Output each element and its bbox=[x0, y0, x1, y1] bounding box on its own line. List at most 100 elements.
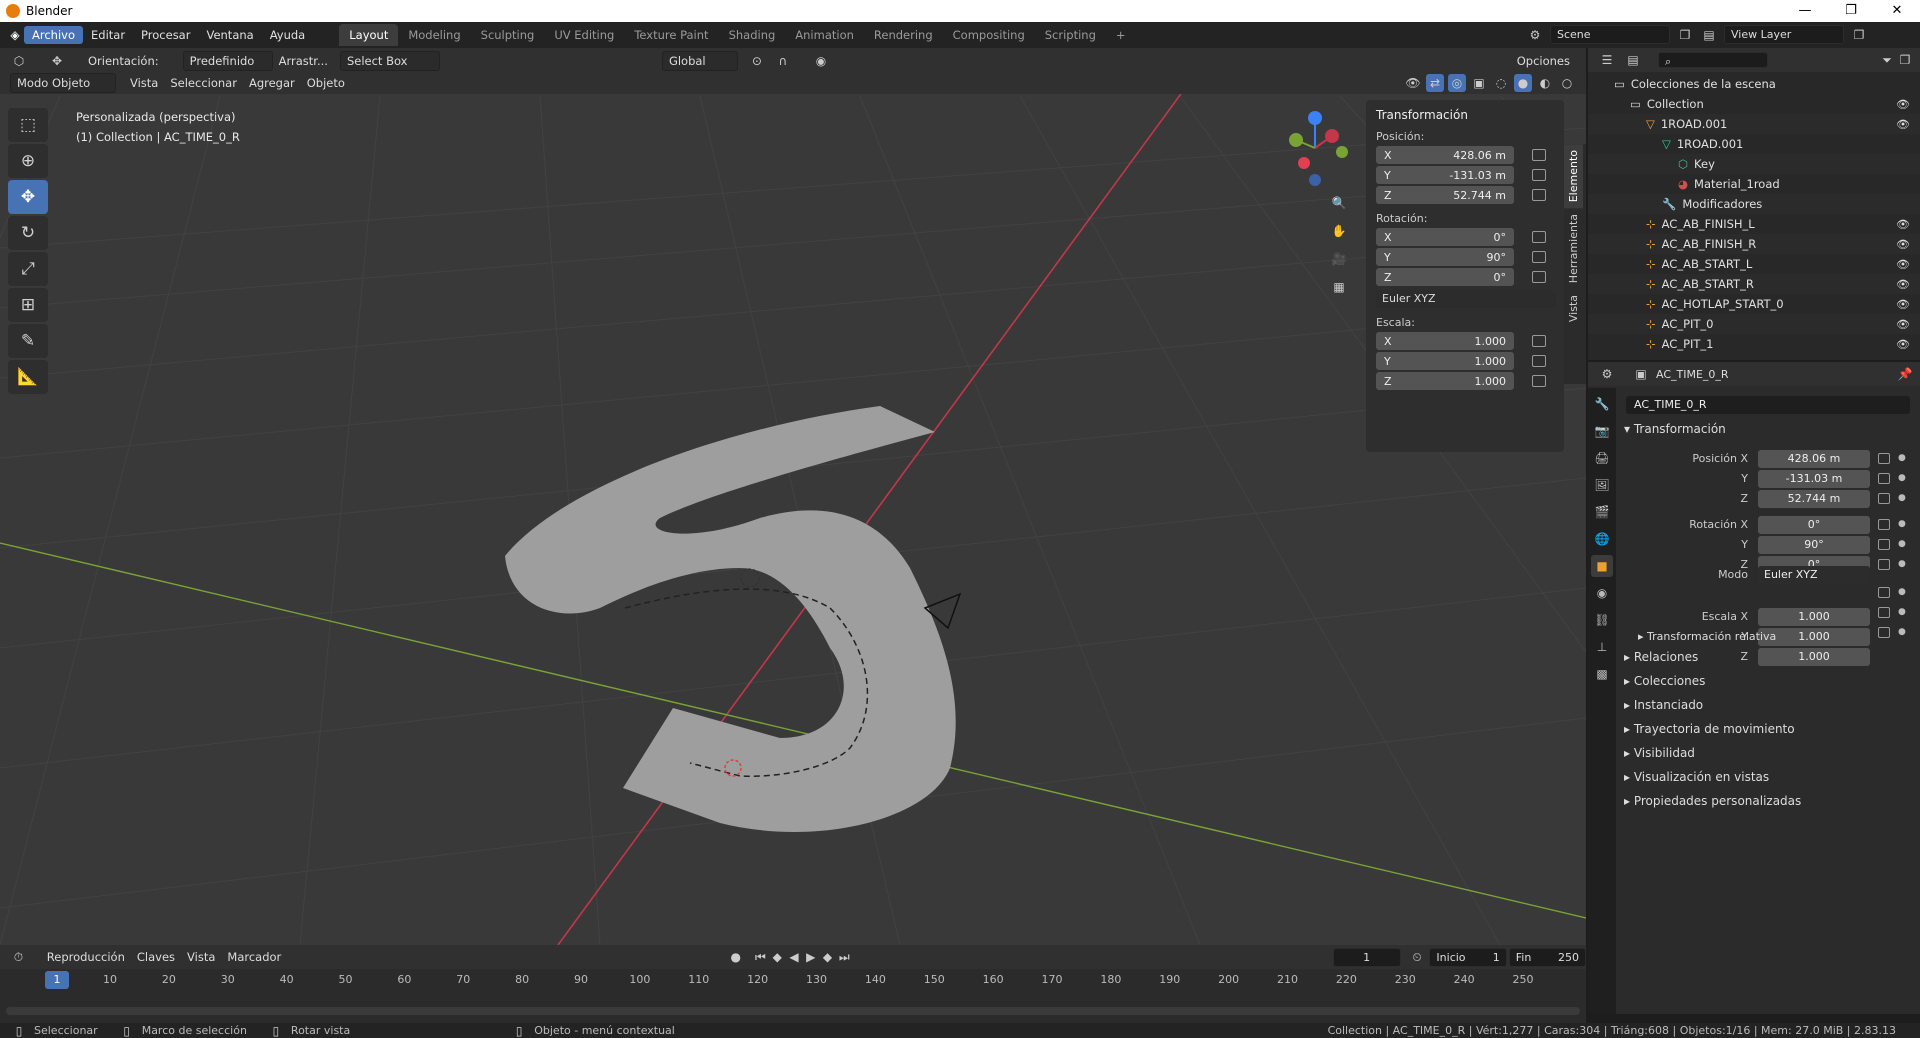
lock-icon[interactable] bbox=[1532, 335, 1546, 347]
properties-panel-header[interactable]: ▸ Visualización en vistas bbox=[1624, 770, 1769, 784]
close-button[interactable]: ✕ bbox=[1874, 0, 1920, 22]
select-box-tool-icon[interactable]: ⬚ bbox=[8, 108, 48, 142]
lock-icon[interactable] bbox=[1878, 559, 1890, 570]
properties-panel-header[interactable]: ▸ Propiedades personalizadas bbox=[1624, 794, 1801, 808]
3d-viewport[interactable]: ⬡ ✥ Orientación: Predefinido Arrastr... … bbox=[0, 48, 1586, 945]
eye-icon[interactable]: 👁 bbox=[1896, 278, 1910, 291]
outliner-editor-icon[interactable]: ☰ bbox=[1598, 51, 1616, 69]
timeline-editor-icon[interactable]: ⏱ bbox=[10, 948, 27, 966]
tab-uv-editing[interactable]: UV Editing bbox=[544, 24, 624, 46]
eye-icon[interactable]: 👁 bbox=[1896, 318, 1910, 331]
menu-claves[interactable]: Claves bbox=[131, 948, 181, 966]
tab-sculpting[interactable]: Sculpting bbox=[471, 24, 545, 46]
eye-icon[interactable]: 👁 bbox=[1896, 98, 1910, 111]
filter-icon[interactable]: ⏷ bbox=[1878, 51, 1896, 69]
tab-herramienta[interactable]: Herramienta bbox=[1564, 208, 1583, 289]
outliner-item[interactable]: ◕ Material_1road bbox=[1588, 174, 1920, 194]
prev-keyframe-icon[interactable]: ◆ bbox=[769, 948, 786, 966]
cursor-tool-icon[interactable]: ⊕ bbox=[8, 144, 48, 178]
texture-tab-icon[interactable]: ▩ bbox=[1591, 663, 1613, 685]
rotate-tool-icon[interactable]: ↻ bbox=[8, 216, 48, 250]
eye-icon[interactable]: 👁 bbox=[1896, 118, 1910, 131]
timeline-ruler[interactable]: 1102030405060708090100110120130140150160… bbox=[0, 971, 1586, 991]
outliner-item[interactable]: ⊹ AC_AB_START_L 👁 bbox=[1588, 254, 1920, 274]
rotation-z-field[interactable]: Z 0° bbox=[1376, 268, 1514, 286]
minimize-button[interactable]: — bbox=[1782, 0, 1828, 22]
outliner-search-input[interactable]: ⌕ bbox=[1658, 52, 1768, 68]
keyframe-dot-icon[interactable]: ● bbox=[1898, 519, 1906, 529]
lock-icon[interactable] bbox=[1532, 271, 1546, 283]
menu-ayuda[interactable]: Ayuda bbox=[262, 26, 314, 44]
lock-icon[interactable] bbox=[1878, 493, 1890, 504]
jump-end-icon[interactable]: ⏭ bbox=[836, 948, 853, 966]
keyframe-dot-icon[interactable]: ● bbox=[1898, 539, 1906, 549]
lock-icon[interactable] bbox=[1532, 355, 1546, 367]
position-x-field[interactable]: X 428.06 m bbox=[1376, 146, 1514, 164]
tab-animation[interactable]: Animation bbox=[785, 24, 864, 46]
lock-icon[interactable] bbox=[1878, 453, 1890, 464]
menu-objeto[interactable]: Objeto bbox=[301, 74, 351, 92]
wireframe-shading-icon[interactable]: ◌ bbox=[1492, 74, 1510, 92]
tab-shading[interactable]: Shading bbox=[719, 24, 786, 46]
ortho-toggle-icon[interactable]: ▦ bbox=[1330, 278, 1348, 296]
outliner-item[interactable]: ▽ 1ROAD.001 👁 bbox=[1588, 114, 1920, 134]
eye-icon[interactable]: 👁 bbox=[1896, 238, 1910, 251]
keyframe-dot-icon[interactable]: ● bbox=[1898, 559, 1906, 569]
move-tool-icon[interactable]: ✥ bbox=[8, 180, 48, 214]
keyframe-dot-icon[interactable]: ● bbox=[1898, 607, 1906, 617]
rotation-x-field[interactable]: 0° bbox=[1758, 516, 1870, 534]
rotation-y-field[interactable]: 90° bbox=[1758, 536, 1870, 554]
material-shading-icon[interactable]: ◐ bbox=[1536, 74, 1554, 92]
menu-marcador[interactable]: Marcador bbox=[221, 948, 287, 966]
outliner-item[interactable]: ⊹ AC_PIT_1 👁 bbox=[1588, 334, 1920, 354]
scale-y-field[interactable]: Y 1.000 bbox=[1376, 352, 1514, 370]
preview-range-icon[interactable]: ⏲ bbox=[1409, 948, 1426, 966]
menu-archivo[interactable]: Archivo bbox=[24, 26, 83, 44]
menu-vista-timeline[interactable]: Vista bbox=[181, 948, 221, 966]
outliner-item[interactable]: ⊹ AC_AB_FINISH_L 👁 bbox=[1588, 214, 1920, 234]
lock-icon[interactable] bbox=[1532, 169, 1546, 181]
keyframe-dot-icon[interactable]: ● bbox=[1898, 473, 1906, 483]
tab-modeling[interactable]: Modeling bbox=[398, 24, 470, 46]
pin-icon[interactable]: 📌 bbox=[1896, 365, 1914, 383]
tab-layout[interactable]: Layout bbox=[339, 24, 399, 46]
proportional-edit-icon[interactable]: ◉ bbox=[812, 52, 830, 70]
orientation-dropdown[interactable]: Predefinido bbox=[182, 51, 273, 71]
snap-icon[interactable]: ∩ bbox=[774, 52, 792, 70]
start-frame-field[interactable]: Inicio 1 bbox=[1429, 947, 1507, 967]
gizmo-toggle-icon[interactable]: ⇄ bbox=[1426, 74, 1444, 92]
scale-z-field[interactable]: Z 1.000 bbox=[1376, 372, 1514, 390]
relative-transform-subpanel[interactable]: ▸ Transformación relativa bbox=[1638, 630, 1776, 643]
play-reverse-icon[interactable]: ◀ bbox=[786, 948, 803, 966]
jump-start-icon[interactable]: ⏮ bbox=[752, 948, 769, 966]
lock-icon[interactable] bbox=[1532, 231, 1546, 243]
properties-editor-icon[interactable]: ⚙ bbox=[1598, 365, 1616, 383]
scale-x-field[interactable]: 1.000 bbox=[1758, 608, 1870, 626]
add-workspace-button[interactable]: + bbox=[1106, 24, 1136, 46]
scene-icon[interactable]: ⚙ bbox=[1526, 26, 1544, 44]
scale-tool-icon[interactable]: ⤢ bbox=[8, 252, 48, 286]
menu-procesar[interactable]: Procesar bbox=[133, 26, 198, 44]
tab-rendering[interactable]: Rendering bbox=[864, 24, 943, 46]
outliner-item[interactable]: ⊹ AC_HOTLAP_START_0 👁 bbox=[1588, 294, 1920, 314]
lock-icon[interactable] bbox=[1878, 519, 1890, 530]
object-name-field[interactable]: AC_TIME_0_R bbox=[1626, 396, 1910, 414]
annotate-tool-icon[interactable]: ✎ bbox=[8, 324, 48, 358]
lock-icon[interactable] bbox=[1532, 251, 1546, 263]
new-view-layer-icon[interactable]: ❐ bbox=[1850, 26, 1868, 44]
tab-scripting[interactable]: Scripting bbox=[1035, 24, 1106, 46]
menu-agregar[interactable]: Agregar bbox=[243, 74, 301, 92]
eye-icon[interactable]: 👁 bbox=[1896, 338, 1910, 351]
rotation-x-field[interactable]: X 0° bbox=[1376, 228, 1514, 246]
menu-ventana[interactable]: Ventana bbox=[198, 26, 261, 44]
position-z-field[interactable]: 52.744 m bbox=[1758, 490, 1870, 508]
properties-panel-header[interactable]: ▸ Colecciones bbox=[1624, 674, 1705, 688]
properties-panel-header[interactable]: ▸ Relaciones bbox=[1624, 650, 1698, 664]
keyframe-dot-icon[interactable]: ● bbox=[1898, 627, 1906, 637]
position-x-field[interactable]: 428.06 m bbox=[1758, 450, 1870, 468]
transform-tool-icon[interactable]: ⊞ bbox=[8, 288, 48, 322]
outliner-item[interactable]: ⊹ AC_AB_START_R 👁 bbox=[1588, 274, 1920, 294]
rotation-y-field[interactable]: Y 90° bbox=[1376, 248, 1514, 266]
eye-icon[interactable]: 👁 bbox=[1896, 298, 1910, 311]
lock-icon[interactable] bbox=[1532, 375, 1546, 387]
